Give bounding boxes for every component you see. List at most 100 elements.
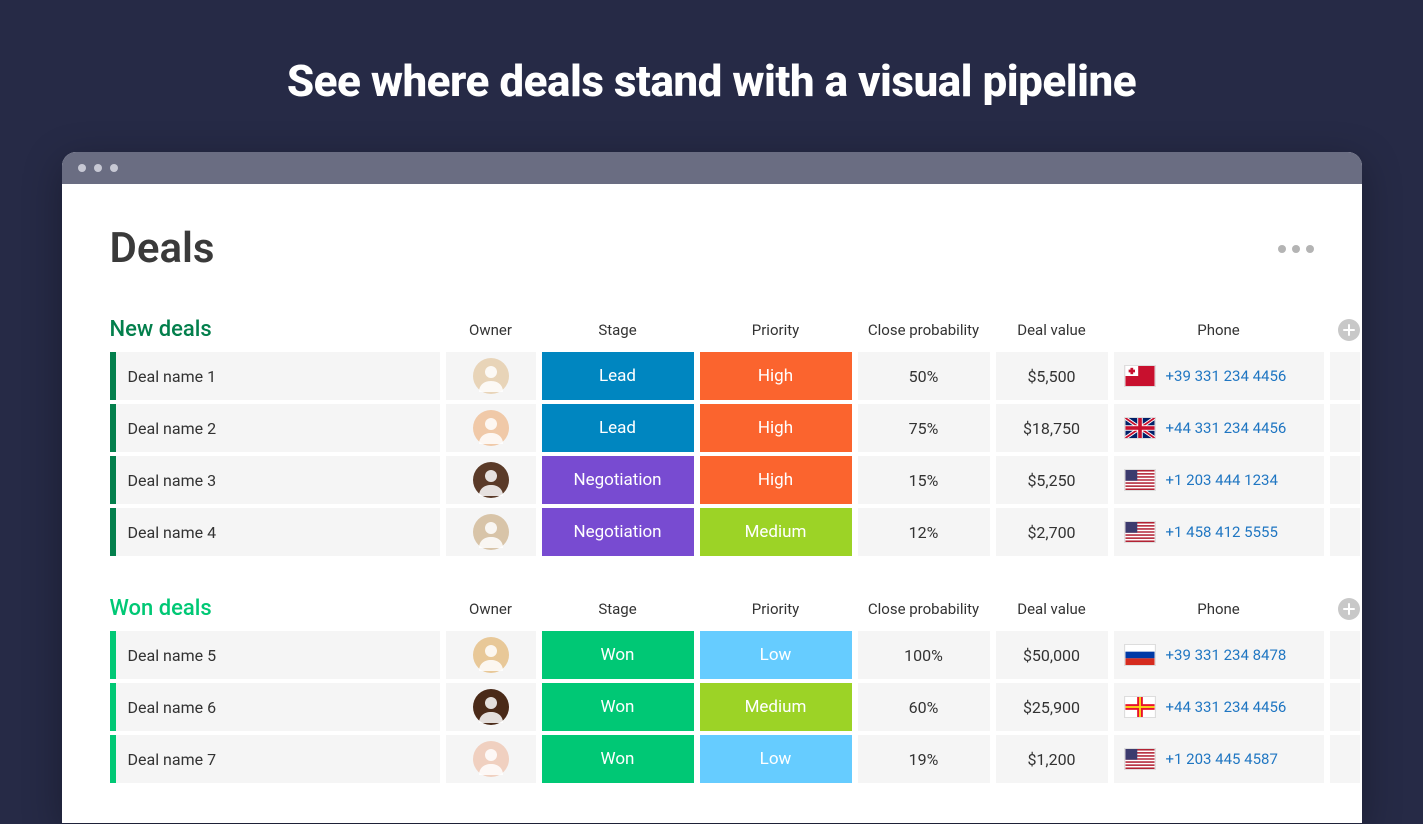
priority-cell[interactable]: Medium: [700, 508, 852, 556]
owner-cell[interactable]: [446, 352, 536, 400]
deal-value-cell[interactable]: $1,200: [996, 735, 1108, 783]
deal-name-cell[interactable]: Deal name 7: [110, 735, 440, 783]
deal-value-cell[interactable]: $2,700: [996, 508, 1108, 556]
close-probability-cell[interactable]: 12%: [858, 508, 990, 556]
phone-link[interactable]: +44 331 234 4456: [1166, 698, 1287, 716]
phone-cell[interactable]: +1 203 445 4587: [1114, 735, 1324, 783]
priority-cell[interactable]: Low: [700, 735, 852, 783]
stage-cell[interactable]: Lead: [542, 404, 694, 452]
table-row[interactable]: Deal name 4 Negotiation Medium 12% $2,70…: [110, 508, 1314, 556]
stage-cell[interactable]: Won: [542, 735, 694, 783]
column-header-priority[interactable]: Priority: [700, 321, 852, 339]
add-column-button[interactable]: [1338, 319, 1360, 341]
add-column-button[interactable]: [1338, 598, 1360, 620]
group-rows: Deal name 5 Won Low 100% $50,000 +39 331…: [110, 631, 1314, 783]
chrome-dot-icon: [78, 164, 86, 172]
dots-icon: [1278, 245, 1286, 253]
table-row[interactable]: Deal name 6 Won Medium 60% $25,900 +44 3…: [110, 683, 1314, 731]
close-probability-cell[interactable]: 19%: [858, 735, 990, 783]
close-probability-cell[interactable]: 60%: [858, 683, 990, 731]
avatar-icon: [473, 462, 509, 498]
close-probability-cell[interactable]: 15%: [858, 456, 990, 504]
group-header: New deals Owner Stage Priority Close pro…: [110, 317, 1314, 342]
owner-cell[interactable]: [446, 631, 536, 679]
deal-name-cell[interactable]: Deal name 6: [110, 683, 440, 731]
phone-link[interactable]: +1 203 444 1234: [1166, 471, 1278, 489]
stage-cell[interactable]: Won: [542, 631, 694, 679]
column-header-stage[interactable]: Stage: [542, 600, 694, 618]
table-row[interactable]: Deal name 5 Won Low 100% $50,000 +39 331…: [110, 631, 1314, 679]
column-header-phone[interactable]: Phone: [1114, 321, 1324, 339]
deal-name-cell[interactable]: Deal name 3: [110, 456, 440, 504]
column-header-phone[interactable]: Phone: [1114, 600, 1324, 618]
phone-cell[interactable]: +1 203 444 1234: [1114, 456, 1324, 504]
page-title: Deals: [110, 224, 215, 273]
deal-name-cell[interactable]: Deal name 4: [110, 508, 440, 556]
more-options-button[interactable]: [1278, 245, 1314, 253]
table-row[interactable]: Deal name 7 Won Low 19% $1,200 +1 203 44…: [110, 735, 1314, 783]
trailing-cell: [1330, 508, 1360, 556]
column-header-close-prob[interactable]: Close probability: [858, 600, 990, 618]
table-row[interactable]: Deal name 3 Negotiation High 15% $5,250 …: [110, 456, 1314, 504]
stage-cell[interactable]: Won: [542, 683, 694, 731]
trailing-cell: [1330, 683, 1360, 731]
priority-cell[interactable]: Medium: [700, 683, 852, 731]
group-new-deals: New deals Owner Stage Priority Close pro…: [110, 317, 1314, 556]
phone-link[interactable]: +1 203 445 4587: [1166, 750, 1278, 768]
trailing-cell: [1330, 404, 1360, 452]
group-header: Won deals Owner Stage Priority Close pro…: [110, 596, 1314, 621]
deal-name-cell[interactable]: Deal name 2: [110, 404, 440, 452]
phone-cell[interactable]: +44 331 234 4456: [1114, 404, 1324, 452]
owner-cell[interactable]: [446, 404, 536, 452]
priority-cell[interactable]: High: [700, 404, 852, 452]
column-header-priority[interactable]: Priority: [700, 600, 852, 618]
table-row[interactable]: Deal name 1 Lead High 50% $5,500 +39 331…: [110, 352, 1314, 400]
close-probability-cell[interactable]: 100%: [858, 631, 990, 679]
deal-value-cell[interactable]: $5,500: [996, 352, 1108, 400]
priority-cell[interactable]: Low: [700, 631, 852, 679]
deal-value-cell[interactable]: $50,000: [996, 631, 1108, 679]
phone-cell[interactable]: +39 331 234 8478: [1114, 631, 1324, 679]
plus-icon: [1343, 324, 1355, 336]
column-header-owner[interactable]: Owner: [446, 600, 536, 618]
stage-cell[interactable]: Lead: [542, 352, 694, 400]
owner-cell[interactable]: [446, 508, 536, 556]
phone-cell[interactable]: +39 331 234 4456: [1114, 352, 1324, 400]
deal-name-cell[interactable]: Deal name 5: [110, 631, 440, 679]
phone-link[interactable]: +44 331 234 4456: [1166, 419, 1287, 437]
flag-icon: [1124, 469, 1156, 491]
column-header-owner[interactable]: Owner: [446, 321, 536, 339]
deal-value-cell[interactable]: $18,750: [996, 404, 1108, 452]
table-row[interactable]: Deal name 2 Lead High 75% $18,750 +44 33…: [110, 404, 1314, 452]
close-probability-cell[interactable]: 75%: [858, 404, 990, 452]
column-header-deal-value[interactable]: Deal value: [996, 321, 1108, 339]
owner-cell[interactable]: [446, 735, 536, 783]
deal-name-cell[interactable]: Deal name 1: [110, 352, 440, 400]
close-probability-cell[interactable]: 50%: [858, 352, 990, 400]
phone-link[interactable]: +39 331 234 4456: [1166, 367, 1287, 385]
group-rows: Deal name 1 Lead High 50% $5,500 +39 331…: [110, 352, 1314, 556]
page-header: Deals: [110, 224, 1314, 273]
priority-cell[interactable]: High: [700, 456, 852, 504]
owner-cell[interactable]: [446, 456, 536, 504]
priority-cell[interactable]: High: [700, 352, 852, 400]
group-title[interactable]: New deals: [110, 317, 440, 342]
owner-cell[interactable]: [446, 683, 536, 731]
trailing-cell: [1330, 735, 1360, 783]
deal-value-cell[interactable]: $25,900: [996, 683, 1108, 731]
flag-icon: [1124, 365, 1156, 387]
column-header-close-prob[interactable]: Close probability: [858, 321, 990, 339]
stage-cell[interactable]: Negotiation: [542, 508, 694, 556]
group-title[interactable]: Won deals: [110, 596, 440, 621]
phone-cell[interactable]: +1 458 412 5555: [1114, 508, 1324, 556]
deal-value-cell[interactable]: $5,250: [996, 456, 1108, 504]
phone-link[interactable]: +39 331 234 8478: [1166, 646, 1287, 664]
flag-icon: [1124, 696, 1156, 718]
phone-cell[interactable]: +44 331 234 4456: [1114, 683, 1324, 731]
flag-icon: [1124, 644, 1156, 666]
window-chrome: [62, 152, 1362, 184]
phone-link[interactable]: +1 458 412 5555: [1166, 523, 1278, 541]
column-header-stage[interactable]: Stage: [542, 321, 694, 339]
stage-cell[interactable]: Negotiation: [542, 456, 694, 504]
column-header-deal-value[interactable]: Deal value: [996, 600, 1108, 618]
